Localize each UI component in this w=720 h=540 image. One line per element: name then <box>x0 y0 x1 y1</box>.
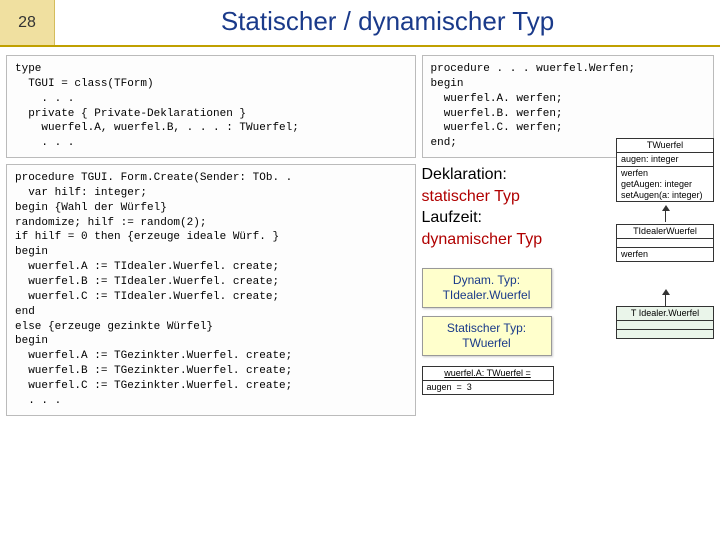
uml-diagram: Dynam. Typ: TIdealer.Wuerfel Statischer … <box>422 258 715 478</box>
uml-tidealer-name: TIdealerWuerfel <box>617 225 713 239</box>
uml-twuerfel-attrs: augen: integer <box>617 153 713 167</box>
uml-obj-attrs: augen = 3 <box>423 381 553 394</box>
code-formcreate: procedure TGUI. Form.Create(Sender: TOb.… <box>6 164 416 416</box>
uml-link-arrow <box>665 294 666 306</box>
callout-static-text: Statischer Typ: TWuerfel <box>447 321 526 350</box>
uml-inheritance-arrow <box>665 210 666 222</box>
uml-twuerfel-name: TWuerfel <box>617 139 713 153</box>
uml-class-twuerfel: TWuerfel augen: integer werfen getAugen:… <box>616 138 714 202</box>
slide-header: 28 Statischer / dynamischer Typ <box>0 0 720 47</box>
uml-tidealer2-attrs <box>617 321 713 330</box>
uml-tidealer2-name: T Idealer.Wuerfel <box>617 307 713 321</box>
uml-twuerfel-ops: werfen getAugen: integer setAugen(a: int… <box>617 167 713 201</box>
callout-dynamic-text: Dynam. Typ: TIdealer.Wuerfel <box>443 273 531 302</box>
decl-label: Deklaration: <box>422 166 507 183</box>
page-number: 28 <box>0 0 55 45</box>
uml-tidealer-ops: werfen <box>617 248 713 261</box>
uml-obj-name: wuerfel.A: TWuerfel = <box>423 367 553 381</box>
right-column: procedure . . . wuerfel.Werfen; begin wu… <box>422 55 715 478</box>
uml-class-tidealerwuerfel: TIdealerWuerfel werfen <box>616 224 714 262</box>
callout-static-type: Statischer Typ: TWuerfel <box>422 316 552 356</box>
slide-title: Statischer / dynamischer Typ <box>55 0 720 45</box>
uml-tidealer2-ops <box>617 330 713 338</box>
code-type-declaration: type TGUI = class(TForm) . . . private {… <box>6 55 416 158</box>
dynamic-type-label: dynamischer Typ <box>422 231 543 248</box>
uml-tidealer-attrs <box>617 239 713 248</box>
callout-dynamic-type: Dynam. Typ: TIdealer.Wuerfel <box>422 268 552 308</box>
uml-class-tidealerwuerfel-2: T Idealer.Wuerfel <box>616 306 714 339</box>
runtime-label: Laufzeit: <box>422 209 482 226</box>
static-type-label: statischer Typ <box>422 188 520 205</box>
content-area: type TGUI = class(TForm) . . . private {… <box>0 47 720 478</box>
left-column: type TGUI = class(TForm) . . . private {… <box>6 55 416 478</box>
uml-object-wuerfela: wuerfel.A: TWuerfel = augen = 3 <box>422 366 554 395</box>
